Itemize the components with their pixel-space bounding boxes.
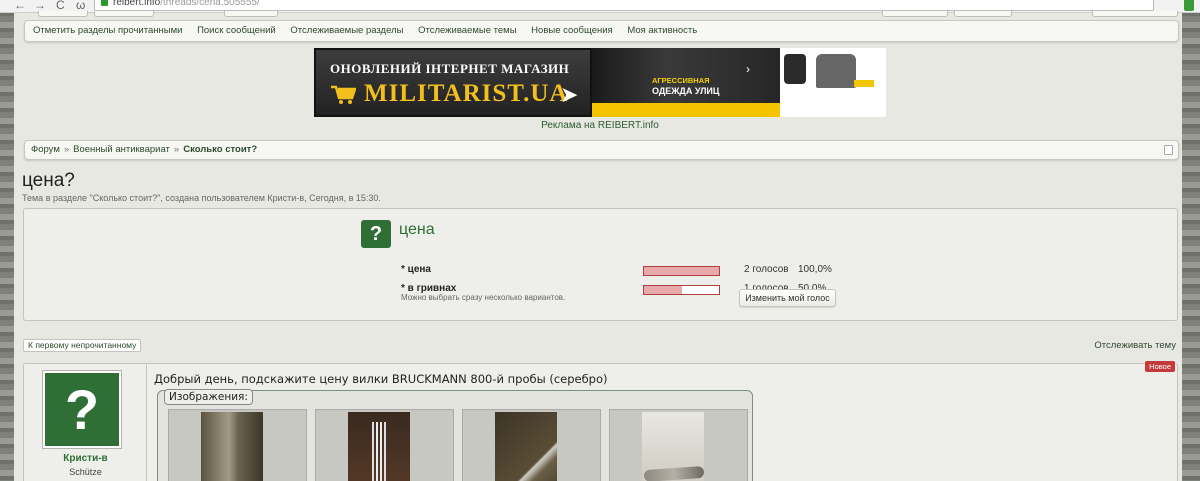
attachment-image — [348, 412, 410, 481]
banner-stripe — [592, 103, 780, 117]
mark-forums-read-link[interactable]: Отметить разделы прочитанными — [33, 25, 182, 36]
post-user-title: Schütze — [69, 467, 102, 477]
top-tab[interactable] — [224, 11, 278, 17]
address-bar[interactable]: reibert.info/threads/cena.505555/ — [94, 0, 1154, 11]
attachment-thumbnail[interactable] — [462, 409, 601, 481]
avatar[interactable]: ? — [43, 371, 121, 448]
banner-mid-label2: ОДЕЖДА УЛИЦ — [652, 86, 720, 96]
banner-slogan: ОНОВЛЕНИЙ ІНТЕРНЕТ МАГАЗИН — [330, 61, 570, 76]
page-background-left — [0, 0, 14, 481]
poll-question: цена — [399, 221, 435, 238]
poll-block: ? цена * цена 2 голосов 100,0% * в гривн… — [23, 208, 1178, 321]
attachment-image — [201, 412, 263, 481]
watched-threads-link[interactable]: Отслеживаемые темы — [418, 25, 516, 36]
spoon-image — [643, 465, 705, 481]
jacket-image — [784, 54, 806, 84]
poll-result-bar — [643, 266, 720, 276]
attachment-thumbnail[interactable] — [609, 409, 748, 481]
change-vote-button[interactable]: Изменить мой голос — [739, 289, 836, 307]
thread-meta: Тема в разделе "Сколько стоит?", создана… — [22, 193, 381, 203]
search-posts-link[interactable]: Поиск сообщений — [197, 25, 276, 36]
back-icon[interactable]: ← — [14, 0, 26, 12]
poll-votes: 2 голосов — [744, 264, 789, 275]
post-message: Добрый день, подскажите цену вилки BRUCK… — [154, 372, 608, 386]
lock-icon — [101, 0, 108, 6]
url-path: /threads/cena.505555/ — [160, 0, 260, 8]
forum-page: Отметить разделы прочитанными Поиск сооб… — [14, 11, 1182, 481]
poll-note: Можно выбрать сразу несколько вариантов. — [401, 293, 566, 302]
banner-caption-link[interactable]: Реклама на REIBERT.info — [314, 120, 886, 131]
poll-result-fill — [644, 286, 682, 294]
watch-thread-link[interactable]: Отслеживать тему — [1094, 340, 1176, 351]
question-icon: ? — [361, 220, 391, 248]
banner-right-panel — [780, 48, 886, 117]
top-tab[interactable] — [94, 11, 154, 17]
breadcrumb-current[interactable]: Сколько стоит? — [183, 144, 257, 155]
price-tag — [854, 80, 874, 87]
attachment-thumbnail[interactable] — [168, 409, 307, 481]
banner-middle-panel: › АГРЕССИВНАЯ ОДЕЖДА УЛИЦ — [592, 48, 780, 117]
post-user-info: ? Кристи-в Schütze — [24, 364, 147, 481]
attachment-image — [495, 412, 557, 481]
banner-left-panel: ОНОВЛЕНИЙ ІНТЕРНЕТ МАГАЗИН MILITARIST.UA… — [314, 48, 592, 117]
chevron-right-icon: › — [746, 62, 750, 76]
breadcrumb-separator: » — [63, 144, 70, 155]
post-username[interactable]: Кристи-в — [24, 453, 147, 464]
poll-option: * цена 2 голосов 100,0% — [401, 264, 841, 278]
top-tab[interactable] — [38, 11, 88, 17]
url-host: reibert.info — [113, 0, 161, 8]
breadcrumb-military-antiques[interactable]: Военный антиквариат — [73, 144, 170, 155]
jacket-image — [816, 54, 856, 88]
extension-icon[interactable] — [1184, 0, 1194, 11]
attachments-label: Изображения: — [164, 389, 253, 405]
top-tab[interactable] — [882, 11, 948, 17]
banner-brand: MILITARIST.UA — [364, 80, 569, 107]
post: ? Кристи-в Schütze Добрый день, подскажи… — [23, 361, 1178, 481]
top-tabs-strip — [24, 11, 1179, 18]
new-posts-link[interactable]: Новые сообщения — [531, 25, 613, 36]
jump-first-unread-button[interactable]: К первому непрочитанному — [23, 339, 142, 352]
sub-navigation: Отметить разделы прочитанными Поиск сооб… — [24, 20, 1179, 42]
poll-option-label: * цена — [401, 264, 431, 275]
poll-percent: 100,0% — [798, 264, 832, 275]
rss-icon[interactable] — [1164, 145, 1173, 155]
breadcrumb-separator: » — [173, 144, 180, 155]
fork-image — [376, 422, 382, 481]
attachment-thumbnail[interactable] — [315, 409, 454, 481]
breadcrumb: Форум» Военный антиквариат» Сколько стоит? — [24, 140, 1179, 160]
new-badge: Новое — [1145, 361, 1175, 372]
attachment-image — [642, 412, 705, 481]
watched-forums-link[interactable]: Отслеживаемые разделы — [290, 25, 403, 36]
attachments-block: Изображения: — [157, 389, 753, 481]
my-activity-link[interactable]: Моя активность — [627, 25, 697, 36]
top-tab[interactable] — [1092, 11, 1178, 17]
browser-toolbar: ← → C ω reibert.info/threads/cena.505555… — [0, 0, 1200, 13]
cursor-icon: ➤ — [560, 82, 579, 107]
page-title: цена? — [22, 170, 75, 191]
poll-result-bar — [643, 285, 720, 295]
cart-icon — [331, 85, 356, 104]
banner-mid-label: АГРЕССИВНАЯ — [652, 76, 710, 85]
top-tab[interactable] — [954, 11, 1012, 17]
breadcrumb-forum[interactable]: Форум — [31, 144, 60, 155]
poll-result-fill — [644, 267, 719, 275]
page-background-right — [1182, 0, 1200, 481]
advertisement-banner[interactable]: ОНОВЛЕНИЙ ІНТЕРНЕТ МАГАЗИН MILITARIST.UA… — [314, 48, 886, 117]
